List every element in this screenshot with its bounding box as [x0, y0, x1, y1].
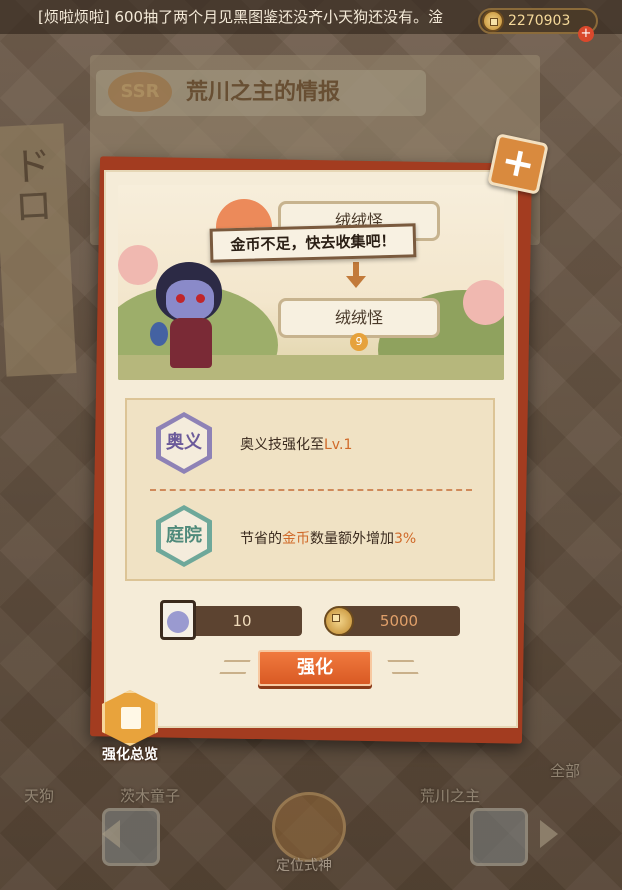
skill-description-1: 奥义技强化至Lv.1 — [240, 437, 353, 453]
shikigami-fragment-icon — [160, 600, 196, 640]
coin-icon — [324, 606, 354, 636]
coin-amount: 2270903 — [508, 13, 571, 29]
coin-cost: 5000 — [338, 606, 460, 636]
shikigami-character — [150, 262, 230, 372]
add-coins-button[interactable]: + — [578, 26, 594, 42]
chat-message: [烦啦烦啦] 600抽了两个月见黑图鉴还没齐小天狗还没有。淦 — [38, 8, 444, 26]
blossom-tree — [463, 280, 504, 325]
coin-icon — [482, 10, 504, 32]
document-icon — [102, 690, 158, 746]
decoration-right — [387, 660, 419, 674]
down-arrow-icon — [346, 262, 366, 290]
upgrade-overview-label: 强化总览 — [102, 747, 158, 763]
close-icon: + — [497, 137, 540, 190]
evolve-to-box: 绒绒怪 — [278, 298, 440, 338]
upgrade-overview-button[interactable]: 强化总览 — [98, 690, 162, 763]
skill-description-2: 节省的金币数量额外增加3% — [240, 531, 417, 547]
dashed-divider — [150, 489, 472, 491]
upgrade-button[interactable]: 强化 — [258, 650, 372, 686]
fragment-cost: 10 — [182, 606, 302, 636]
evolve-badge: 9 — [350, 333, 368, 351]
insufficient-coins-tooltip: 金币不足，快去收集吧！ — [209, 223, 417, 263]
close-button[interactable]: + — [487, 133, 549, 195]
decoration-left — [219, 660, 251, 674]
